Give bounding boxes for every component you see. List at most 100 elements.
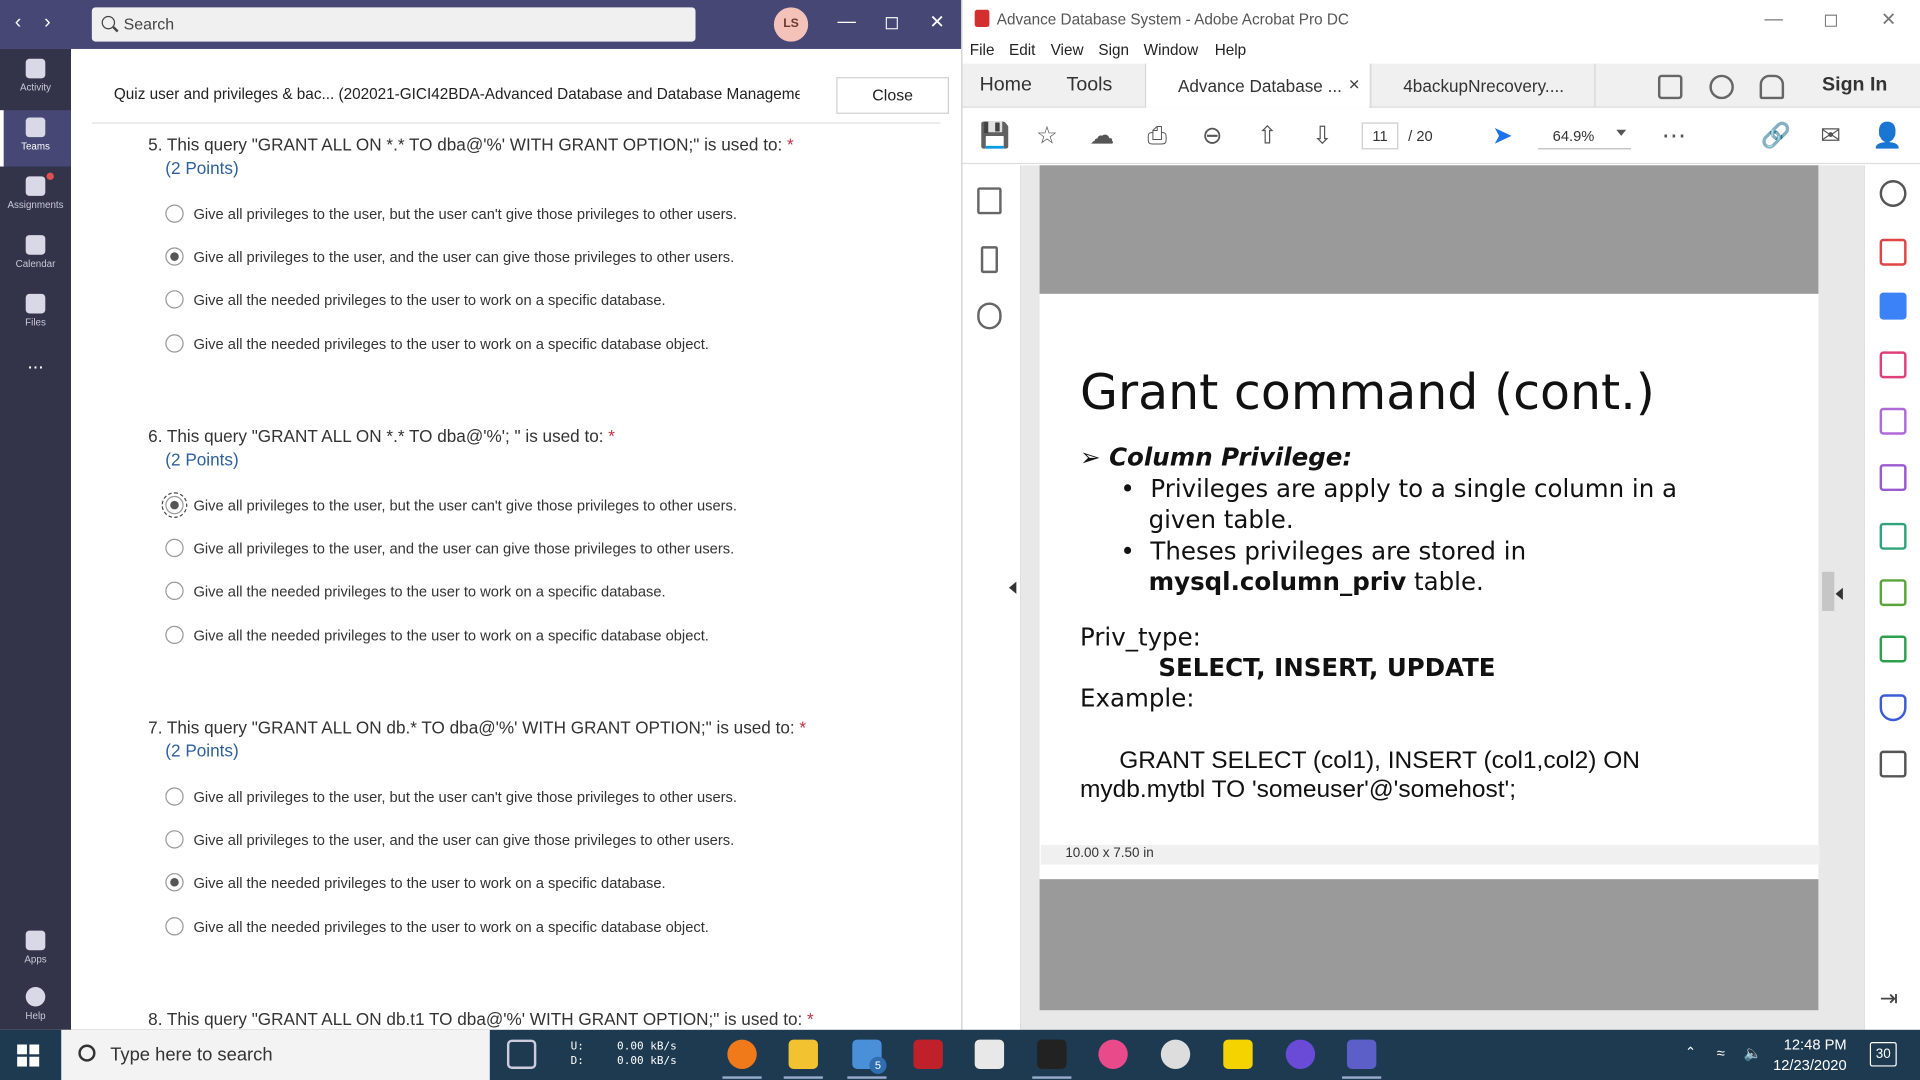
back-arrow-icon[interactable]: ‹ [15, 12, 22, 34]
add-user-icon[interactable]: 👤 [1872, 122, 1902, 149]
save-icon[interactable]: 💾 [980, 122, 1010, 149]
bell-icon[interactable] [1759, 74, 1785, 100]
scrollbar-thumb[interactable] [1822, 571, 1835, 612]
tab-document-backup[interactable]: 4backupNrecovery.... [1370, 63, 1596, 108]
collapse-left-pane-icon[interactable] [1008, 581, 1017, 594]
rail-item-calendar[interactable]: Calendar [0, 228, 71, 284]
create-pdf-icon[interactable] [1879, 238, 1907, 266]
sign-in-button[interactable]: Sign In [1822, 75, 1887, 97]
close-window-icon[interactable]: ✕ [1881, 9, 1896, 31]
compress-pdf-icon[interactable] [1879, 579, 1907, 607]
itunes-icon[interactable] [1098, 1039, 1128, 1069]
close-button[interactable]: Close [836, 77, 949, 114]
radio-button[interactable] [161, 492, 188, 518]
previous-page-icon[interactable]: ⇧ [1254, 122, 1281, 149]
comment-icon[interactable] [1657, 74, 1683, 100]
mail-icon[interactable]: 5 [847, 1039, 887, 1079]
export-pdf-icon[interactable] [1879, 292, 1907, 320]
select-cursor-icon[interactable]: ➤ [1489, 122, 1516, 149]
radio-button[interactable] [165, 538, 184, 558]
attachment-icon[interactable] [977, 302, 1002, 330]
rail-item-files[interactable]: Files [0, 287, 71, 343]
document-scrollbar[interactable] [1820, 165, 1837, 1010]
forward-arrow-icon[interactable]: › [44, 12, 51, 34]
menu-help[interactable]: Help [1215, 42, 1246, 59]
windows-start-icon[interactable] [17, 1044, 40, 1067]
radio-button[interactable] [165, 787, 184, 806]
menu-window[interactable]: Window [1144, 42, 1198, 59]
help-icon[interactable] [1709, 74, 1734, 100]
avatar[interactable]: LS [773, 7, 809, 42]
rail-item-teams[interactable]: Teams [0, 110, 72, 167]
edit-pdf-icon[interactable] [1879, 407, 1907, 435]
tab-tools[interactable]: Tools [1067, 75, 1113, 97]
radio-button[interactable] [165, 625, 184, 645]
acrobat-taskbar-icon[interactable] [1032, 1039, 1072, 1079]
minimize-icon[interactable]: — [1765, 9, 1783, 30]
next-page-icon[interactable]: ⇩ [1309, 122, 1336, 149]
rail-item-assignments[interactable]: Assignments [0, 169, 71, 225]
upload-cloud-icon[interactable]: ☁ [1089, 122, 1116, 149]
expand-tools-pane-icon[interactable] [1835, 587, 1843, 601]
more-tools-wrench-icon[interactable] [1879, 750, 1907, 778]
fill-sign-icon[interactable] [1879, 464, 1907, 492]
close-tab-icon[interactable]: ✕ [1348, 76, 1360, 93]
maximize-icon[interactable]: ◻ [884, 11, 899, 33]
send-for-signature-icon[interactable] [1879, 522, 1907, 550]
print-production-icon[interactable] [1879, 635, 1907, 663]
collapse-pane-icon[interactable]: ⇥ [1880, 986, 1907, 1013]
document-viewer[interactable]: Grant command (cont.) ➢ Column Privilege… [1008, 165, 1864, 1030]
chevron-up-icon[interactable]: ⌃ [1685, 1044, 1702, 1061]
teams-taskbar-icon[interactable] [1342, 1039, 1382, 1079]
radio-button[interactable] [165, 204, 184, 223]
radio-button[interactable] [165, 334, 184, 353]
teams-search-input[interactable]: Search [91, 7, 696, 42]
bookmark-star-icon[interactable]: ☆ [1033, 122, 1060, 149]
more-apps-icon[interactable]: ... [0, 353, 71, 409]
radio-button[interactable] [165, 917, 184, 936]
zoom-select[interactable]: 64.9% [1537, 122, 1632, 150]
zoom-in-icon[interactable] [1879, 180, 1907, 207]
menu-view[interactable]: View [1051, 42, 1084, 59]
firefox-icon[interactable] [722, 1039, 762, 1079]
volume-icon[interactable]: 🔈 [1744, 1044, 1764, 1064]
minimize-icon[interactable]: — [838, 11, 856, 32]
clock[interactable]: 12:48 PM 12/23/2020 [1773, 1035, 1847, 1077]
tab-document-advance-database[interactable]: Advance Database ... [1144, 63, 1369, 108]
page-number-input[interactable]: 11 [1361, 122, 1399, 150]
tab-home[interactable]: Home [980, 75, 1032, 97]
radio-button[interactable] [165, 830, 184, 849]
more-tools-icon[interactable]: ⋯ [1660, 122, 1687, 149]
menu-sign[interactable]: Sign [1098, 42, 1129, 59]
radio-button[interactable] [165, 581, 184, 601]
email-icon[interactable]: ✉ [1817, 122, 1844, 149]
file-explorer-icon[interactable] [783, 1039, 823, 1079]
bookmark-icon[interactable] [980, 246, 998, 274]
radio-button[interactable] [165, 873, 184, 892]
organize-pages-icon[interactable] [1879, 351, 1907, 379]
menu-edit[interactable]: Edit [1009, 42, 1035, 59]
rail-item-activity[interactable]: Activity [0, 51, 71, 107]
lightshot-icon[interactable] [1223, 1039, 1253, 1069]
game-app-icon[interactable] [913, 1039, 943, 1069]
messenger-icon[interactable] [1285, 1039, 1316, 1069]
rail-item-help[interactable]: Help [0, 980, 71, 1036]
quiz-questions: 5. This query "GRANT ALL ON *.* TO dba@'… [71, 125, 920, 1030]
media-player-icon[interactable] [1160, 1039, 1191, 1069]
store-icon[interactable] [974, 1039, 1005, 1069]
protect-shield-icon[interactable] [1879, 694, 1907, 722]
pages-icon[interactable] [977, 187, 1002, 215]
zoom-out-icon[interactable]: ⊖ [1199, 122, 1226, 149]
print-icon[interactable]: ⎙ [1144, 122, 1171, 149]
notification-center-icon[interactable]: 30 [1869, 1042, 1897, 1067]
maximize-icon[interactable]: ◻ [1823, 9, 1838, 31]
task-view-icon[interactable] [506, 1039, 537, 1069]
wifi-icon[interactable]: ≈ [1717, 1044, 1737, 1064]
rail-item-apps[interactable]: Apps [0, 923, 71, 979]
radio-button[interactable] [165, 290, 184, 309]
radio-button[interactable] [165, 247, 184, 266]
menu-file[interactable]: File [970, 42, 995, 59]
share-link-icon[interactable]: 🔗 [1761, 122, 1791, 149]
taskbar-search-input[interactable]: Type here to search [61, 1029, 490, 1080]
close-window-icon[interactable]: ✕ [929, 11, 944, 33]
